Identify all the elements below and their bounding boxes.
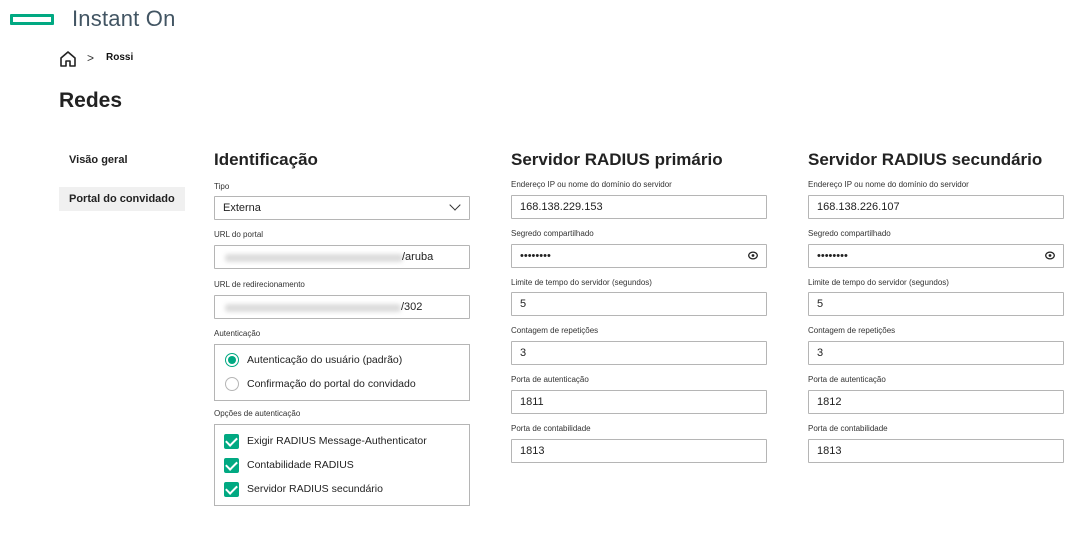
secondary-timeout-input[interactable]: 5 xyxy=(808,292,1064,316)
nav-item-guest-portal[interactable]: Portal do convidado xyxy=(59,187,185,211)
primary-secret-input[interactable]: •••••••• xyxy=(511,244,767,268)
primary-secret-value: •••••••• xyxy=(520,250,551,262)
primary-radius-title: Servidor RADIUS primário xyxy=(511,150,723,169)
identification-title: Identificação xyxy=(214,150,318,169)
radio-user-auth[interactable] xyxy=(225,353,239,367)
redirect-url-label: URL de redirecionamento xyxy=(214,280,305,289)
portal-url-label: URL do portal xyxy=(214,230,264,239)
chevron-down-icon xyxy=(449,199,461,211)
primary-secret-label: Segredo compartilhado xyxy=(511,229,594,238)
secondary-auth-port-label: Porta de autenticação xyxy=(808,375,886,384)
logo-bar-icon xyxy=(10,14,54,25)
checkbox-secondary-radius-label[interactable]: Servidor RADIUS secundário xyxy=(247,483,383,495)
redirect-url-suffix: /302 xyxy=(401,301,423,313)
type-select[interactable]: Externa xyxy=(214,196,470,220)
secondary-address-input[interactable]: 168.138.226.107 xyxy=(808,195,1064,219)
home-icon[interactable] xyxy=(59,50,77,68)
primary-auth-port-label: Porta de autenticação xyxy=(511,375,589,384)
breadcrumb-current: Rossi xyxy=(106,52,134,63)
portal-url-suffix: /aruba xyxy=(402,251,434,263)
secondary-acct-port-input[interactable]: 1813 xyxy=(808,439,1064,463)
auth-options-group: Exigir RADIUS Message-Authenticator Cont… xyxy=(214,424,470,506)
secondary-retries-label: Contagem de repetições xyxy=(808,326,896,335)
checkbox-message-authenticator-label[interactable]: Exigir RADIUS Message-Authenticator xyxy=(247,435,427,447)
primary-address-input[interactable]: 168.138.229.153 xyxy=(511,195,767,219)
secondary-secret-value: •••••••• xyxy=(817,250,848,262)
check-icon[interactable] xyxy=(224,482,239,497)
primary-acct-port-label: Porta de contabilidade xyxy=(511,424,591,433)
secondary-acct-port-label: Porta de contabilidade xyxy=(808,424,888,433)
auth-label: Autenticação xyxy=(214,329,261,338)
secondary-retries-input[interactable]: 3 xyxy=(808,341,1064,365)
breadcrumb-separator: > xyxy=(87,51,95,65)
primary-retries-label: Contagem de repetições xyxy=(511,326,599,335)
eye-icon[interactable] xyxy=(748,251,758,260)
redirect-url-field[interactable]: /302 xyxy=(214,295,470,319)
radio-guest-portal-confirm[interactable] xyxy=(225,377,239,391)
secondary-radius-title: Servidor RADIUS secundário xyxy=(808,150,1043,169)
redacted-url xyxy=(225,254,403,262)
primary-auth-port-input[interactable]: 1811 xyxy=(511,390,767,414)
radio-guest-portal-confirm-label[interactable]: Confirmação do portal do convidado xyxy=(247,378,416,390)
page-title: Redes xyxy=(59,89,123,112)
checkbox-radius-accounting-label[interactable]: Contabilidade RADIUS xyxy=(247,459,354,471)
nav-item-overview[interactable]: Visão geral xyxy=(59,148,138,172)
type-label: Tipo xyxy=(214,182,230,191)
primary-timeout-input[interactable]: 5 xyxy=(511,292,767,316)
portal-url-field[interactable]: /aruba xyxy=(214,245,470,269)
type-select-value: Externa xyxy=(223,202,261,214)
secondary-timeout-label: Limite de tempo do servidor (segundos) xyxy=(808,278,949,287)
secondary-address-label: Endereço IP ou nome do domínio do servid… xyxy=(808,180,969,189)
secondary-secret-label: Segredo compartilhado xyxy=(808,229,891,238)
check-icon[interactable] xyxy=(224,434,239,449)
eye-icon[interactable] xyxy=(1045,251,1055,260)
check-icon[interactable] xyxy=(224,458,239,473)
redacted-url xyxy=(225,304,401,312)
primary-acct-port-input[interactable]: 1813 xyxy=(511,439,767,463)
brand-name: Instant On xyxy=(72,6,176,31)
auth-options-label: Opções de autenticação xyxy=(214,409,301,418)
secondary-secret-input[interactable]: •••••••• xyxy=(808,244,1064,268)
auth-radio-group: Autenticação do usuário (padrão) Confirm… xyxy=(214,344,470,401)
radio-user-auth-label[interactable]: Autenticação do usuário (padrão) xyxy=(247,354,402,366)
secondary-auth-port-input[interactable]: 1812 xyxy=(808,390,1064,414)
primary-address-label: Endereço IP ou nome do domínio do servid… xyxy=(511,180,672,189)
primary-timeout-label: Limite de tempo do servidor (segundos) xyxy=(511,278,652,287)
primary-retries-input[interactable]: 3 xyxy=(511,341,767,365)
